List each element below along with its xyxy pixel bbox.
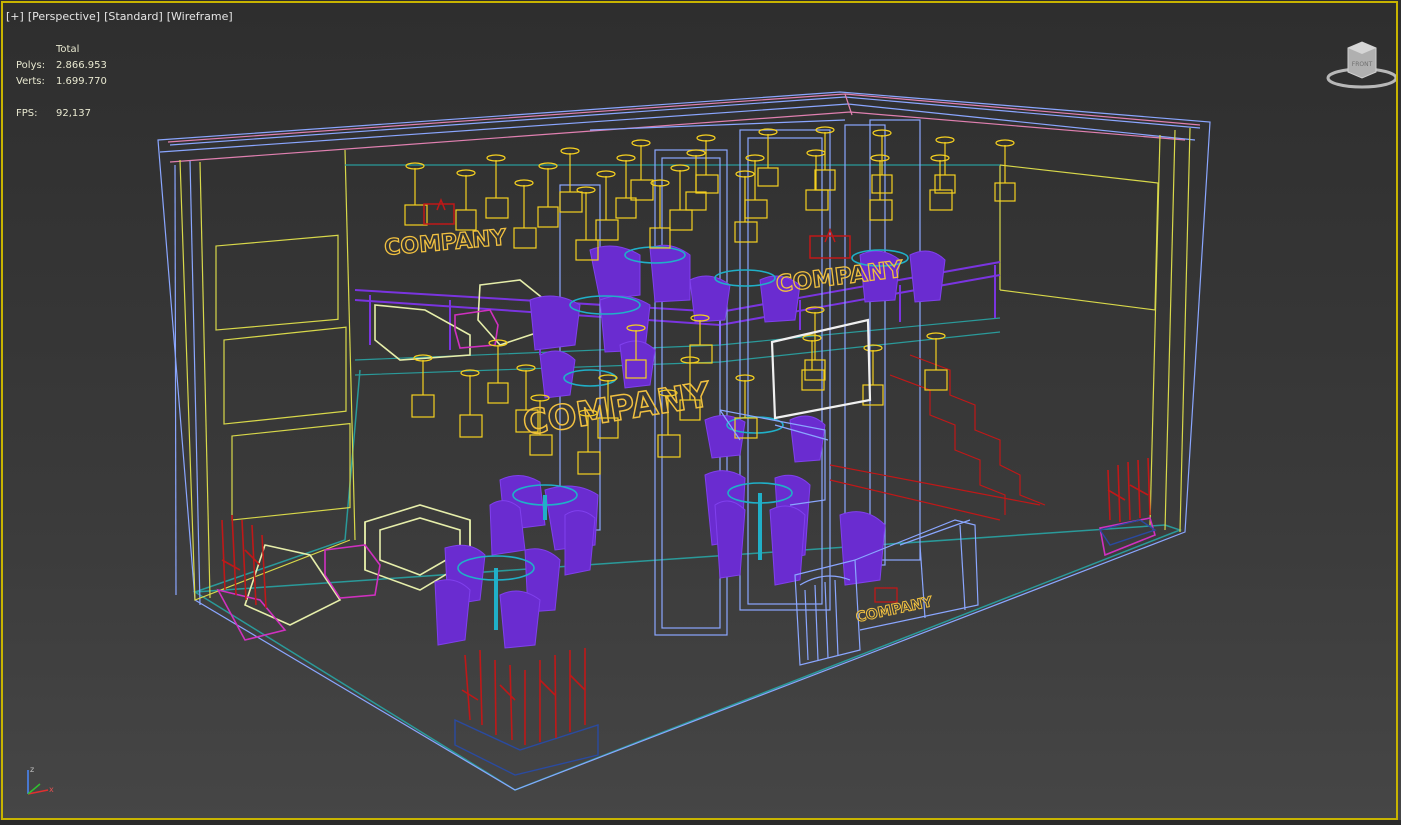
z-axis-label: z <box>30 765 34 774</box>
svg-text:COMPANY: COMPANY <box>383 225 508 261</box>
statistics-panel: Total Polys: 2.866.953 Verts: 1.699.770 FP… <box>16 42 107 122</box>
stat-fps: FPS: 92,137 <box>16 106 107 122</box>
svg-text:COMPANY: COMPANY <box>855 594 935 626</box>
shading-mode-label[interactable]: [Wireframe] <box>167 10 233 23</box>
axis-gizmo: z x <box>27 765 54 795</box>
company-sign-reception: COMPANY <box>854 587 935 626</box>
x-axis-label: x <box>49 785 54 794</box>
viewcube[interactable]: FRONT <box>1326 40 1398 92</box>
sofas <box>244 279 546 626</box>
ceiling-frame <box>157 91 1211 791</box>
viewcube-face-label[interactable]: FRONT <box>1352 61 1373 68</box>
stat-verts: Verts: 1.699.770 <box>16 74 107 90</box>
stat-verts-label: Verts: <box>16 76 45 87</box>
company-sign-upper-left: COMPANY <box>383 197 509 262</box>
viewport-labels: [+] [Perspective] [Standard] [Wireframe] <box>6 10 237 23</box>
wireframe-scene[interactable]: COMPANY COMPANY COMPANY COMPANY <box>0 0 1401 825</box>
stat-fps-label: FPS: <box>16 108 38 119</box>
shading-preset-label[interactable]: [Standard] <box>104 10 163 23</box>
viewport-menu-button[interactable]: [+] <box>6 10 24 23</box>
stat-verts-value: 1.699.770 <box>56 76 107 87</box>
chairs <box>434 244 946 649</box>
floor-outline <box>192 369 1183 791</box>
planters <box>454 519 1157 776</box>
stats-header: Total <box>56 44 80 55</box>
right-wall <box>999 127 1191 533</box>
3d-viewport[interactable]: COMPANY COMPANY COMPANY COMPANY [+] [Pers… <box>0 0 1401 825</box>
viewport-bottom-edge <box>0 820 1401 825</box>
plants <box>221 457 1151 745</box>
stat-polys: Polys: 2.866.953 <box>16 58 107 74</box>
stairs <box>829 354 1046 521</box>
view-type-label[interactable]: [Perspective] <box>28 10 100 23</box>
stat-polys-value: 2.866.953 <box>56 60 107 71</box>
stat-fps-value: 92,137 <box>56 108 91 119</box>
left-wall <box>179 149 356 601</box>
stat-polys-label: Polys: <box>16 60 46 71</box>
